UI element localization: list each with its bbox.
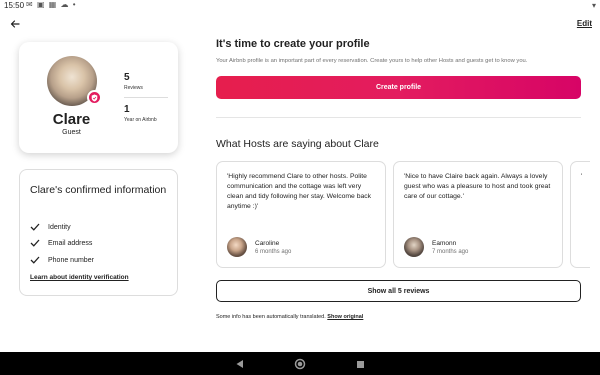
review-text: 'Nice to have Claire back again. Always … xyxy=(404,173,551,200)
reviewer[interactable]: Eamonn 7 months ago xyxy=(404,237,468,257)
dot-icon: • xyxy=(72,0,77,9)
confirmed-item-phone: Phone number xyxy=(30,255,94,265)
stat-reviews: 5 Reviews xyxy=(124,72,168,91)
check-icon xyxy=(30,222,40,232)
profile-name: Clare xyxy=(52,111,91,128)
learn-identity-verification-link[interactable]: Learn about identity verification xyxy=(30,274,129,281)
nav-home-button[interactable] xyxy=(294,358,306,370)
edit-link[interactable]: Edit xyxy=(577,19,592,28)
confirmed-item-label: Phone number xyxy=(48,256,94,264)
circle-home-icon xyxy=(294,358,306,370)
stat-value: 5 xyxy=(124,72,130,83)
confirmed-item-email: Email address xyxy=(30,238,92,248)
translation-note: Some info has been automatically transla… xyxy=(216,314,363,320)
hosts-reviews-title: What Hosts are saying about Clare xyxy=(216,138,379,150)
create-profile-title: It's time to create your profile xyxy=(216,38,370,50)
nav-recents-button[interactable] xyxy=(354,358,366,370)
system-nav-bar xyxy=(0,352,600,375)
profile-card: Clare Guest 5 Reviews 1 Year on Airbnb xyxy=(19,42,178,153)
stat-label: Reviews xyxy=(124,85,143,91)
arrow-left-icon xyxy=(10,20,20,28)
stat-divider xyxy=(124,97,168,98)
nav-back-button[interactable] xyxy=(233,358,245,370)
reviewer-time: 6 months ago xyxy=(255,248,292,255)
check-icon xyxy=(30,255,40,265)
stat-label: Year on Airbnb xyxy=(124,117,157,123)
confirmed-info-card: Clare's confirmed information Identity E… xyxy=(19,169,178,296)
triangle-back-icon xyxy=(236,360,243,368)
status-time: 15:50 xyxy=(4,1,25,10)
calendar-icon: ▦ xyxy=(48,0,58,9)
back-button[interactable] xyxy=(8,17,22,31)
create-profile-description: Your Airbnb profile is an important part… xyxy=(216,58,528,64)
reviewer-avatar xyxy=(227,237,247,257)
notification-icons: ✉ ▣ ▦ ☁ • xyxy=(26,0,77,9)
show-all-reviews-button[interactable]: Show all 5 reviews xyxy=(216,280,581,302)
reviewer[interactable]: Caroline 6 months ago xyxy=(227,237,291,257)
status-bar: 15:50 ✉ ▣ ▦ ☁ • ▾ xyxy=(0,0,600,12)
square-recents-icon xyxy=(356,360,364,368)
show-original-link[interactable]: Show original xyxy=(327,314,363,320)
avatar-wrapper xyxy=(47,56,102,106)
verified-badge xyxy=(87,90,102,105)
review-text: ' xyxy=(581,173,583,180)
reviewer-name: Eamonn xyxy=(432,239,457,247)
reviewer-time: 7 months ago xyxy=(432,248,469,255)
confirmed-info-title: Clare's confirmed information xyxy=(30,184,167,196)
create-profile-button[interactable]: Create profile xyxy=(216,76,581,99)
mail-icon: ✉ xyxy=(26,0,34,9)
shield-check-icon xyxy=(91,94,98,101)
translation-note-text: Some info has been automatically transla… xyxy=(216,314,326,320)
reviewer-name: Caroline xyxy=(255,239,280,247)
review-card: 'Highly recommend Clare to other hosts. … xyxy=(216,161,386,268)
review-text: 'Highly recommend Clare to other hosts. … xyxy=(227,173,372,210)
cloud-icon: ☁ xyxy=(60,0,70,9)
stat-years: 1 Year on Airbnb xyxy=(124,104,168,123)
reviewer-avatar xyxy=(404,237,424,257)
stat-value: 1 xyxy=(124,104,130,115)
section-divider xyxy=(216,117,581,118)
review-card-partial[interactable]: ' xyxy=(570,161,590,268)
wifi-icon: ▾ xyxy=(591,1,596,10)
profile-role: Guest xyxy=(62,129,81,136)
confirmed-item-identity: Identity xyxy=(30,222,71,232)
confirmed-item-label: Email address xyxy=(48,239,93,247)
confirmed-item-label: Identity xyxy=(48,223,71,231)
check-icon xyxy=(30,238,40,248)
photo-icon: ▣ xyxy=(36,0,46,9)
review-card: 'Nice to have Claire back again. Always … xyxy=(393,161,563,268)
